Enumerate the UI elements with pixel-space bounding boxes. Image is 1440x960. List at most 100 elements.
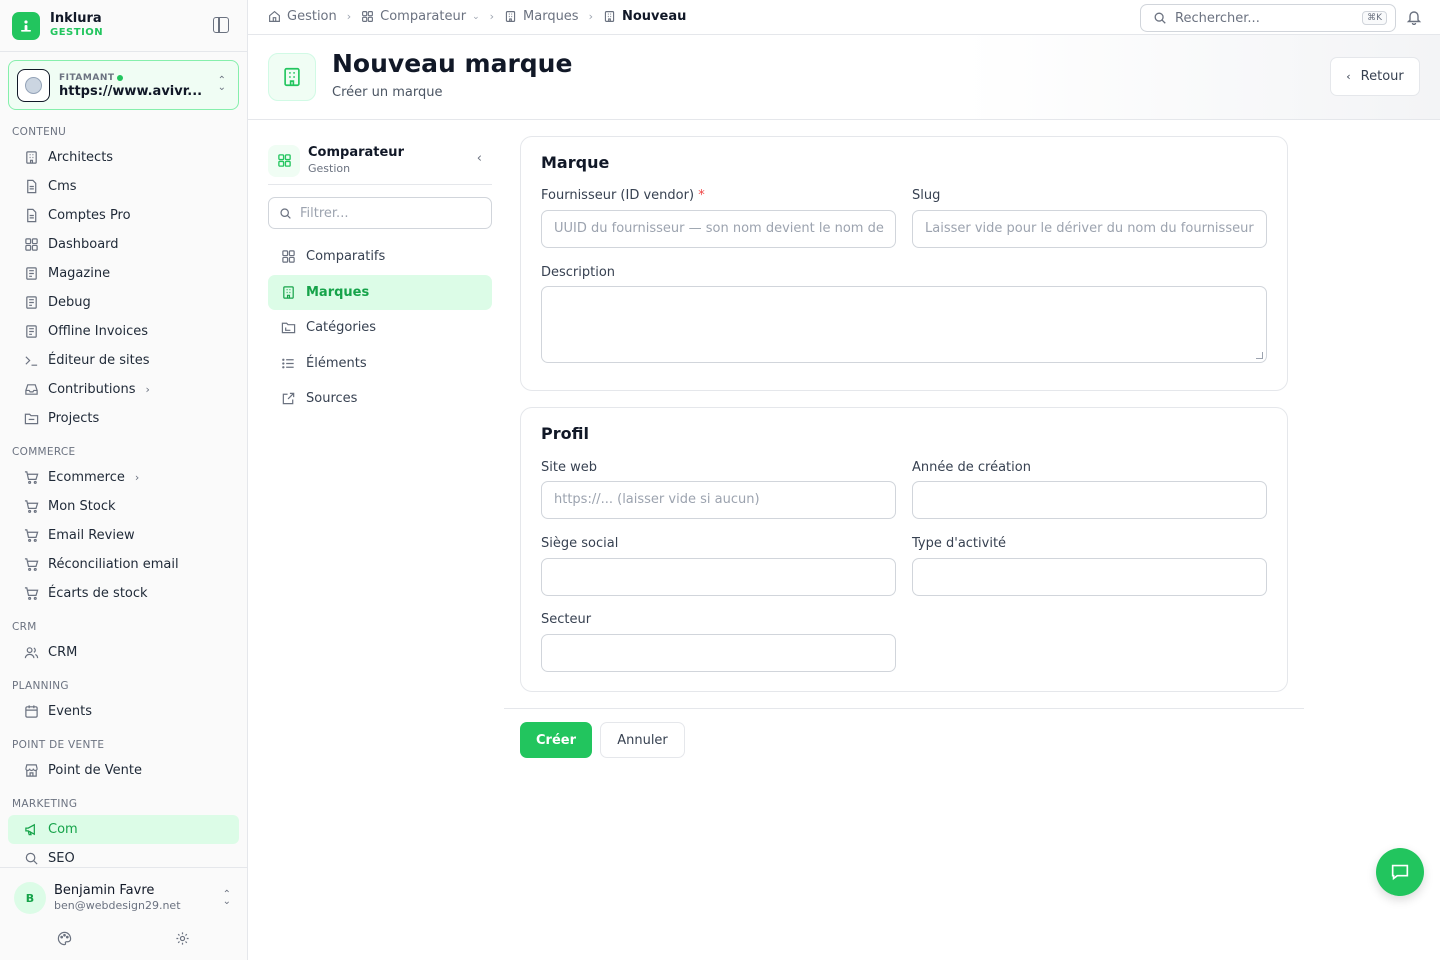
section-label: MARKETING — [12, 798, 78, 810]
sidebar-item-cms[interactable]: Cms — [8, 172, 239, 201]
file-icon — [24, 208, 39, 223]
sidebar-item-label: Réconciliation email — [48, 557, 179, 572]
sidebar-nav: CONTENU Architects Cms Comptes Pro Dashboard… — [0, 120, 247, 868]
breadcrumb-label: Gestion — [287, 9, 337, 24]
brand-subtitle: GESTION — [50, 26, 104, 38]
sidebar-item-point-de-vente[interactable]: Point de Vente — [8, 756, 239, 785]
brand-name: Inklura — [50, 10, 102, 26]
subnav-item-categories[interactable]: Catégories — [268, 310, 492, 345]
sidebar-item-label: Point de Vente — [48, 763, 143, 778]
sidebar-item-architects[interactable]: Architects — [8, 143, 239, 172]
chevron-up-down-icon: ⌃ ⌄ — [217, 75, 226, 93]
description-textarea[interactable] — [541, 286, 1267, 363]
sidebar-item-reconciliation-email[interactable]: Réconciliation email — [8, 550, 239, 579]
card-title: Profil — [541, 424, 589, 443]
user-panel[interactable]: B Benjamin Favre ben@webdesign29.net ⌃ ⌄ — [0, 867, 247, 960]
breadcrumb-label: Comparateur — [380, 9, 467, 24]
building-icon — [280, 284, 296, 300]
building-icon — [24, 150, 39, 165]
breadcrumb: Gestion › Comparateur ⌄ › Marques › Nouv… — [268, 9, 686, 24]
chat-button[interactable] — [1376, 848, 1424, 896]
required-marker: * — [698, 188, 705, 203]
search-input[interactable]: Rechercher... ⌘K — [1140, 4, 1396, 32]
avatar: B — [14, 882, 46, 914]
secteur-label: Secteur — [541, 612, 592, 627]
breadcrumb-comparateur[interactable]: Comparateur ⌄ — [361, 9, 480, 24]
site-field[interactable]: https://... (laisser vide si aucun) — [541, 481, 896, 519]
siege-label: Siège social — [541, 536, 619, 551]
type-field[interactable] — [912, 558, 1267, 596]
sidebar-item-dashboard[interactable]: Dashboard — [8, 230, 239, 259]
vendor-label-text: Fournisseur (ID vendor) — [541, 188, 695, 203]
back-button[interactable]: ‹ Retour — [1330, 57, 1420, 96]
sidebar-item-debug[interactable]: Debug — [8, 288, 239, 317]
topbar: Gestion › Comparateur ⌄ › Marques › Nouv… — [248, 0, 1440, 35]
sidebar-item-editeur-de-sites[interactable]: Éditeur de sites — [8, 346, 239, 375]
resize-handle-icon[interactable] — [1256, 352, 1263, 359]
cart-icon — [24, 586, 39, 601]
breadcrumb-marques[interactable]: Marques — [504, 9, 579, 24]
sidebar-item-mon-stock[interactable]: Mon Stock — [8, 492, 239, 521]
siege-field[interactable] — [541, 558, 896, 596]
gear-icon[interactable] — [175, 931, 190, 950]
search-icon — [24, 851, 39, 866]
tenant-avatar — [17, 68, 50, 102]
chevron-down-icon[interactable]: ⌄ — [472, 12, 480, 22]
slug-label: Slug — [912, 188, 941, 203]
tenant-switcher[interactable]: FITAMANT https://www.avivr... ⌃ ⌄ — [8, 60, 239, 110]
sidebar-item-offline-invoices[interactable]: Offline Invoices — [8, 317, 239, 346]
subnav-item-comparatifs[interactable]: Comparatifs — [268, 239, 492, 274]
sidebar-item-ecarts-de-stock[interactable]: Écarts de stock — [8, 579, 239, 608]
site-label: Site web — [541, 460, 597, 475]
secteur-field[interactable] — [541, 634, 896, 672]
palette-icon[interactable] — [57, 931, 72, 950]
search-icon — [279, 207, 292, 220]
cancel-button[interactable]: Annuler — [600, 722, 685, 758]
subnav-item-label: Comparatifs — [306, 249, 386, 264]
chevron-right-icon[interactable]: › — [135, 471, 139, 484]
sidebar-item-ecommerce[interactable]: Ecommerce › — [8, 463, 239, 492]
chevron-up-down-icon[interactable]: ⌃ ⌄ — [223, 890, 231, 907]
create-button[interactable]: Créer — [520, 722, 592, 758]
subnav-item-label: Sources — [306, 391, 358, 406]
type-label: Type d'activité — [912, 536, 1007, 551]
slug-field[interactable]: Laisser vide pour le dériver du nom du f… — [912, 210, 1267, 248]
sidebar-item-email-review[interactable]: Email Review — [8, 521, 239, 550]
breadcrumb-gestion[interactable]: Gestion — [268, 9, 337, 24]
subnav-item-sources[interactable]: Sources — [268, 381, 492, 416]
vendor-field[interactable]: UUID du fournisseur — son nom devient le… — [541, 210, 896, 248]
filter-input[interactable]: Filtrer... — [268, 197, 492, 229]
users-icon — [24, 645, 39, 660]
sidebar-item-magazine[interactable]: Magazine — [8, 259, 239, 288]
sidebar-item-seo[interactable]: SEO — [8, 844, 239, 868]
search-placeholder: Rechercher... — [1175, 10, 1260, 26]
list-icon — [280, 355, 296, 371]
sidebar-item-crm[interactable]: CRM — [8, 638, 239, 667]
subnav-item-marques[interactable]: Marques — [268, 274, 492, 310]
sidebar-item-contributions[interactable]: Contributions › — [8, 375, 239, 404]
user-email: ben@webdesign29.net — [54, 899, 181, 912]
subnav-item-label: Catégories — [306, 320, 377, 335]
sidebar-item-comptes-pro[interactable]: Comptes Pro — [8, 201, 239, 230]
newspaper-icon — [24, 266, 39, 281]
sidebar-item-label: Écarts de stock — [48, 586, 148, 601]
grid-icon — [361, 10, 374, 23]
bell-icon[interactable] — [1406, 9, 1422, 29]
sidebar: Inklura GESTION FITAMANT https://www.avi… — [0, 0, 248, 960]
subnav-items: Comparatifs Marques Catégories Éléments Sour… — [268, 239, 492, 416]
subnav-item-elements[interactable]: Éléments — [268, 346, 492, 381]
chat-icon — [1391, 864, 1409, 881]
grid-icon — [24, 237, 39, 252]
divider — [504, 708, 1304, 709]
sidebar-toggle-icon[interactable] — [213, 17, 229, 33]
brand: Inklura GESTION — [0, 0, 247, 52]
sidebar-item-com[interactable]: Com — [8, 815, 239, 844]
sidebar-item-label: SEO — [48, 851, 75, 866]
sidebar-item-events[interactable]: Events — [8, 697, 239, 726]
megaphone-icon — [24, 822, 39, 837]
chevron-right-icon[interactable]: › — [146, 383, 150, 396]
newspaper-icon — [24, 295, 39, 310]
annee-field[interactable] — [912, 481, 1267, 519]
chevron-left-icon[interactable]: ‹ — [477, 151, 482, 166]
sidebar-item-projects[interactable]: Projects — [8, 404, 239, 433]
